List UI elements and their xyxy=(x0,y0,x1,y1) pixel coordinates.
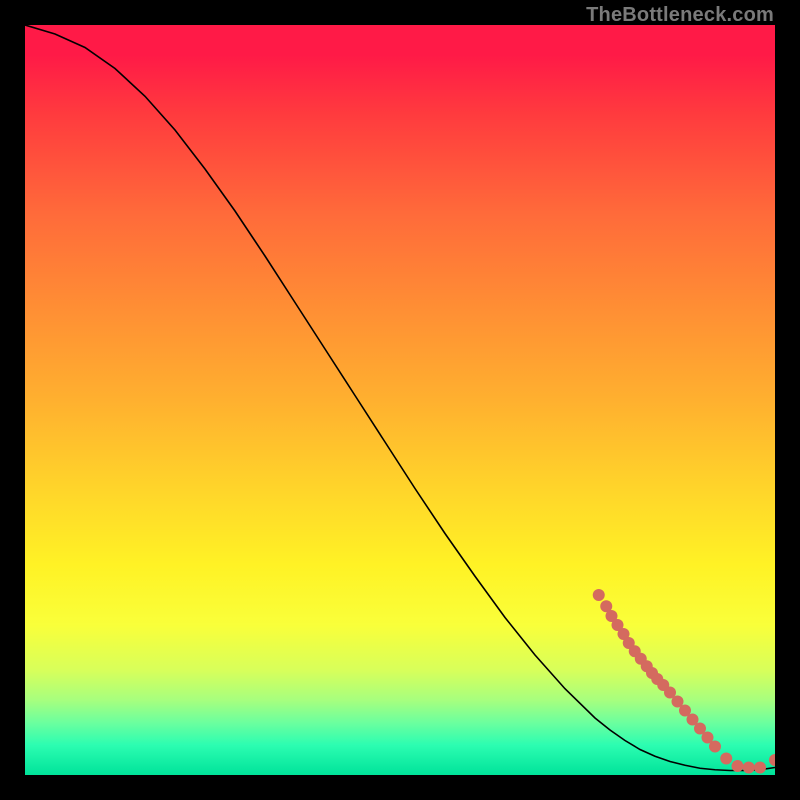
cluster-point xyxy=(754,762,766,774)
cluster-point xyxy=(743,762,755,774)
curve-line xyxy=(25,25,775,771)
cluster-point xyxy=(709,741,721,753)
watermark-text: TheBottleneck.com xyxy=(586,4,774,27)
cluster-point xyxy=(593,589,605,601)
chart-stage: TheBottleneck.com xyxy=(0,0,800,800)
plot-area xyxy=(25,25,775,775)
cluster-point xyxy=(732,760,744,772)
cluster-points-group xyxy=(593,589,775,774)
cluster-point xyxy=(720,753,732,765)
chart-overlay-svg xyxy=(25,25,775,775)
cluster-point xyxy=(769,754,775,766)
